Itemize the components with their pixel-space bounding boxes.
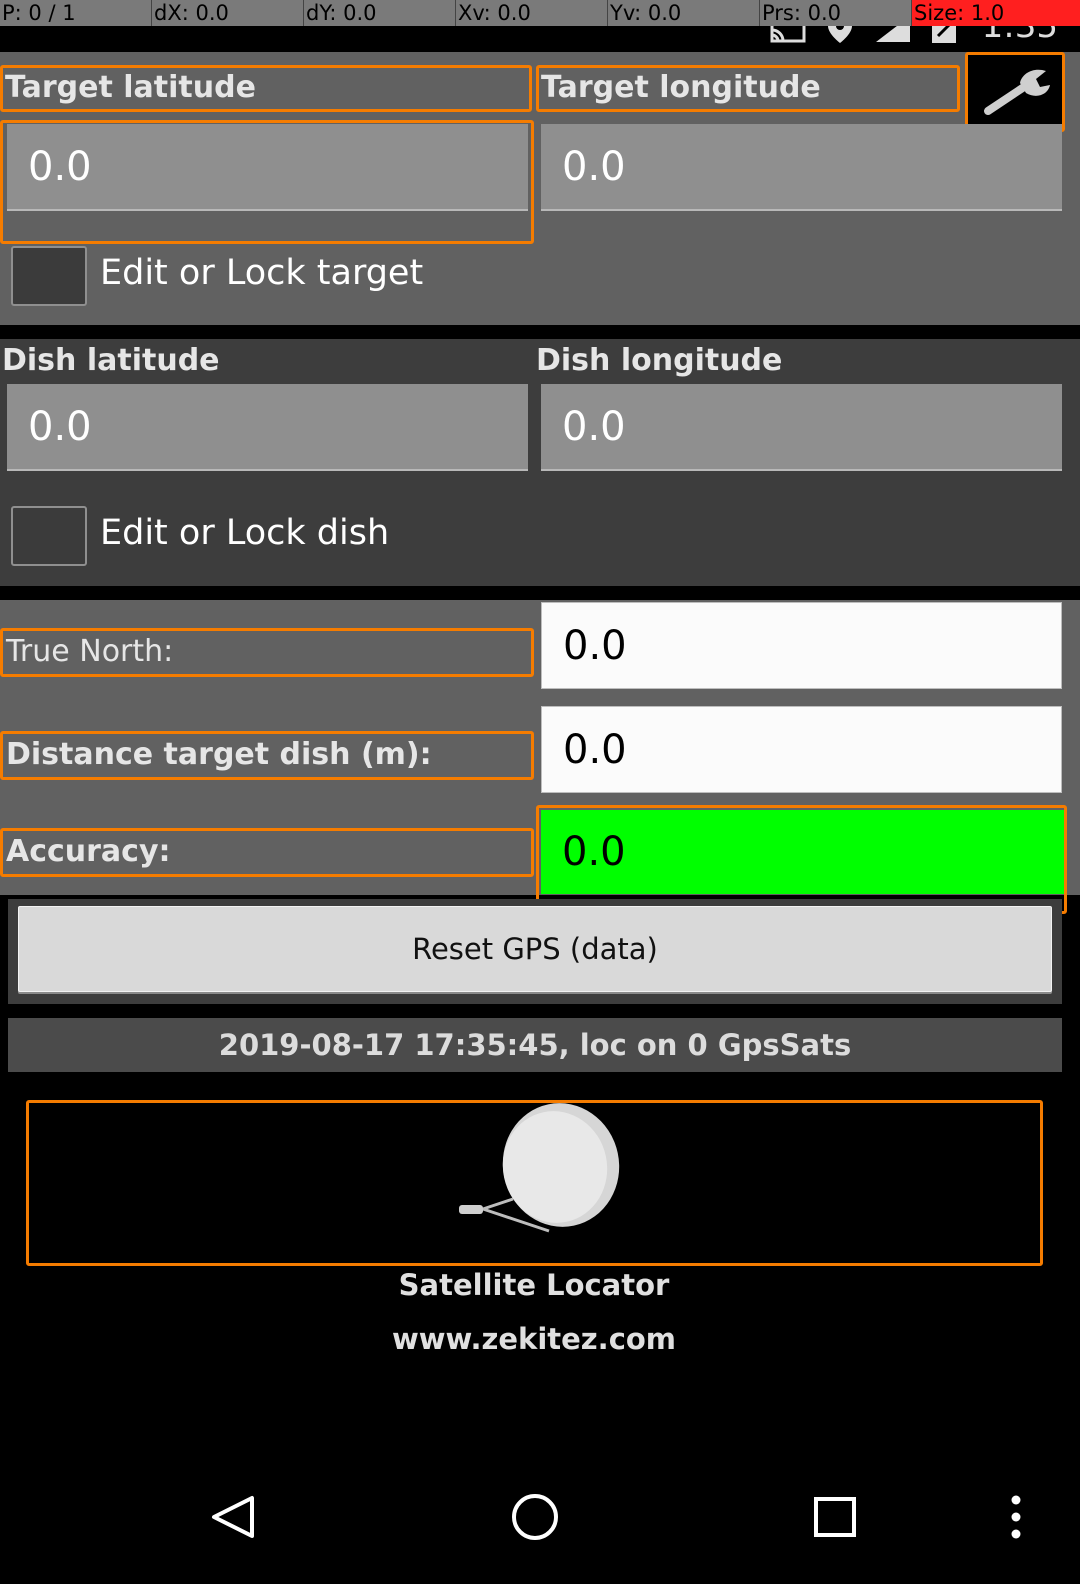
target-latitude-label: Target latitude xyxy=(0,65,532,112)
distance-label: Distance target dish (m): xyxy=(0,731,534,780)
dish-latitude-label: Dish latitude xyxy=(2,343,220,378)
target-longitude-input[interactable]: 0.0 xyxy=(541,124,1062,211)
lock-dish-checkbox[interactable] xyxy=(11,506,87,566)
debug-yv: Yv: 0.0 xyxy=(608,0,760,26)
debug-dy: dY: 0.0 xyxy=(304,0,456,26)
accuracy-highlight xyxy=(536,805,1067,914)
home-circle-icon[interactable] xyxy=(508,1494,562,1540)
app-url[interactable]: www.zekitez.com xyxy=(0,1322,1068,1356)
dish-longitude-input[interactable]: 0.0 xyxy=(541,384,1062,471)
wrench-icon xyxy=(984,69,1050,115)
overflow-menu-icon[interactable] xyxy=(1006,1494,1026,1540)
dish-latitude-input[interactable]: 0.0 xyxy=(7,384,528,471)
debug-xv: Xv: 0.0 xyxy=(456,0,608,26)
lock-dish-label[interactable]: Edit or Lock dish xyxy=(100,513,389,553)
satellite-dish-icon xyxy=(459,1103,620,1233)
recents-square-icon[interactable] xyxy=(812,1496,858,1538)
true-north-value: 0.0 xyxy=(541,602,1062,689)
debug-prs: Prs: 0.0 xyxy=(760,0,912,26)
app-title: Satellite Locator xyxy=(398,1268,670,1302)
navigation-bar xyxy=(0,1460,1080,1584)
gps-status-text: 2019-08-17 17:35:45, loc on 0 GpsSats xyxy=(8,1018,1062,1072)
debug-dx: dX: 0.0 xyxy=(152,0,304,26)
lock-target-label[interactable]: Edit or Lock target xyxy=(100,253,423,293)
accuracy-label: Accuracy: xyxy=(0,828,534,877)
logo-banner[interactable] xyxy=(26,1100,1043,1266)
lock-target-checkbox[interactable] xyxy=(11,246,87,306)
target-latitude-input[interactable]: 0.0 xyxy=(7,124,528,211)
debug-pointer: P: 0 / 1 xyxy=(0,0,152,26)
pointer-location-overlay: P: 0 / 1 dX: 0.0 dY: 0.0 Xv: 0.0 Yv: 0.0… xyxy=(0,0,1080,26)
dish-longitude-label: Dish longitude xyxy=(536,343,783,378)
distance-value: 0.0 xyxy=(541,706,1062,793)
reset-gps-button[interactable]: Reset GPS (data) xyxy=(18,906,1052,992)
back-triangle-icon[interactable] xyxy=(208,1494,258,1540)
true-north-label: True North: xyxy=(0,628,534,677)
target-longitude-label: Target longitude xyxy=(536,65,960,112)
settings-button[interactable] xyxy=(965,52,1065,132)
debug-size: Size: 1.0 xyxy=(912,0,1080,26)
